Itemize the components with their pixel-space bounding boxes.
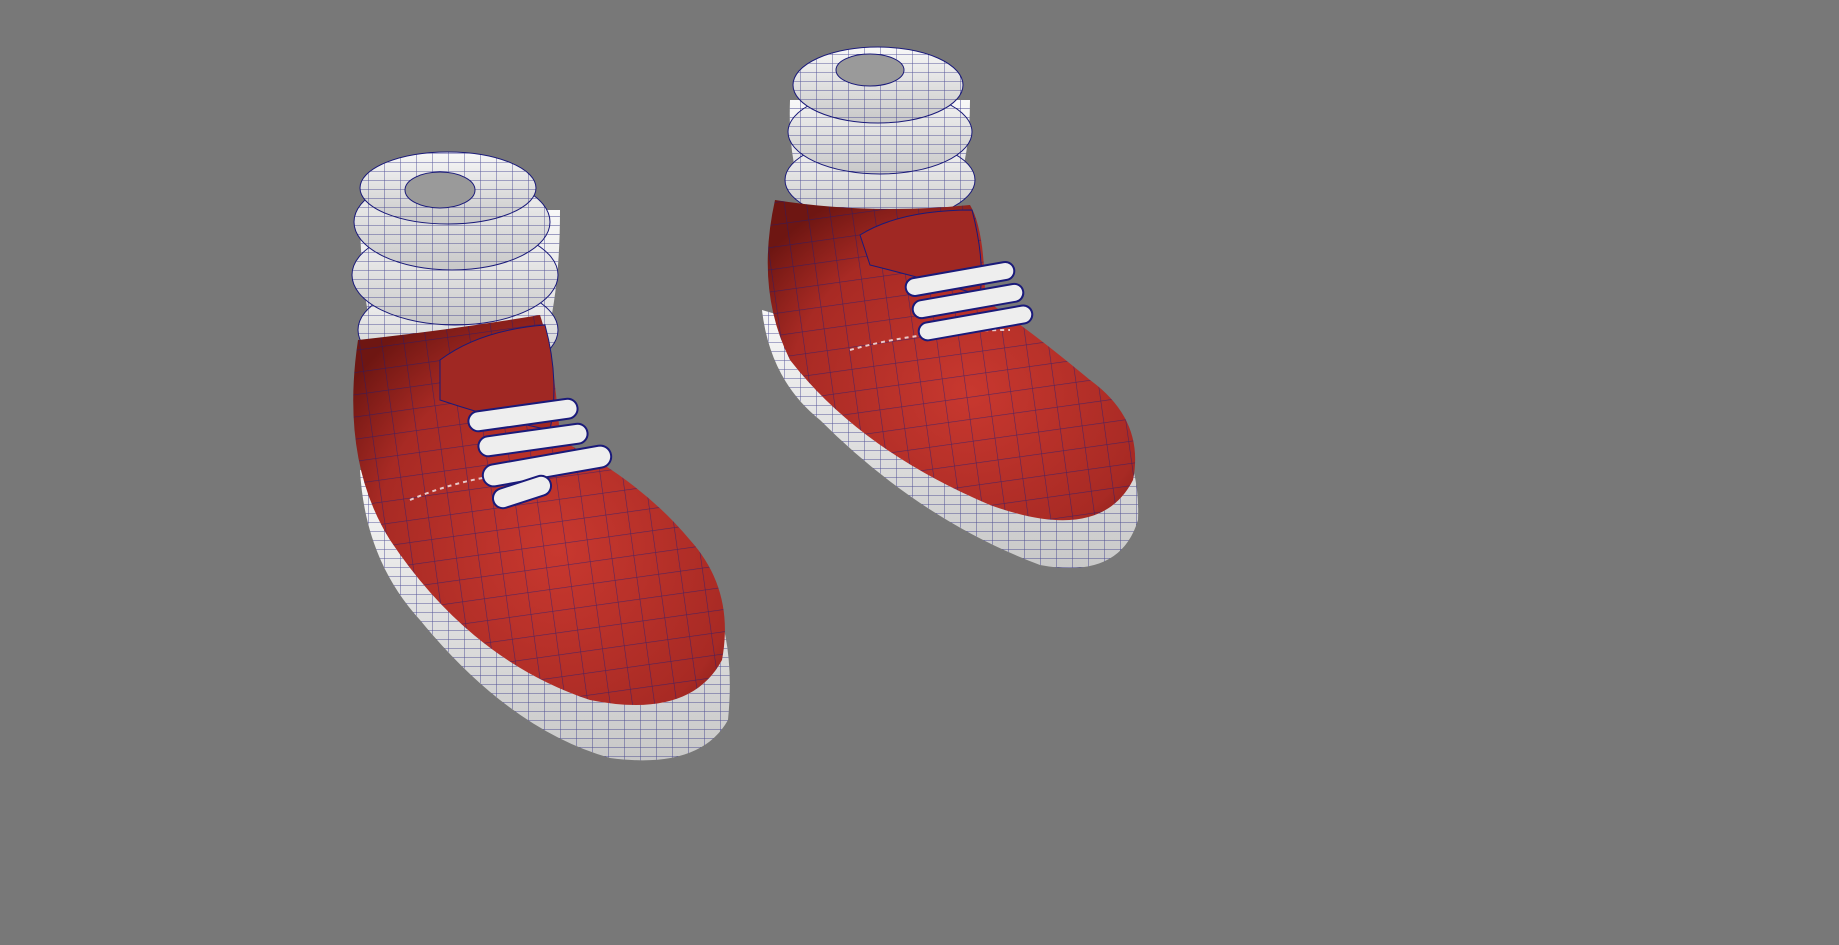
left-upper [353, 315, 725, 705]
viewport-canvas[interactable] [0, 0, 1839, 945]
right-shoe[interactable] [762, 46, 1139, 568]
right-upper [767, 200, 1136, 521]
left-shoe[interactable] [351, 151, 730, 761]
3d-viewport[interactable] [0, 0, 1839, 945]
